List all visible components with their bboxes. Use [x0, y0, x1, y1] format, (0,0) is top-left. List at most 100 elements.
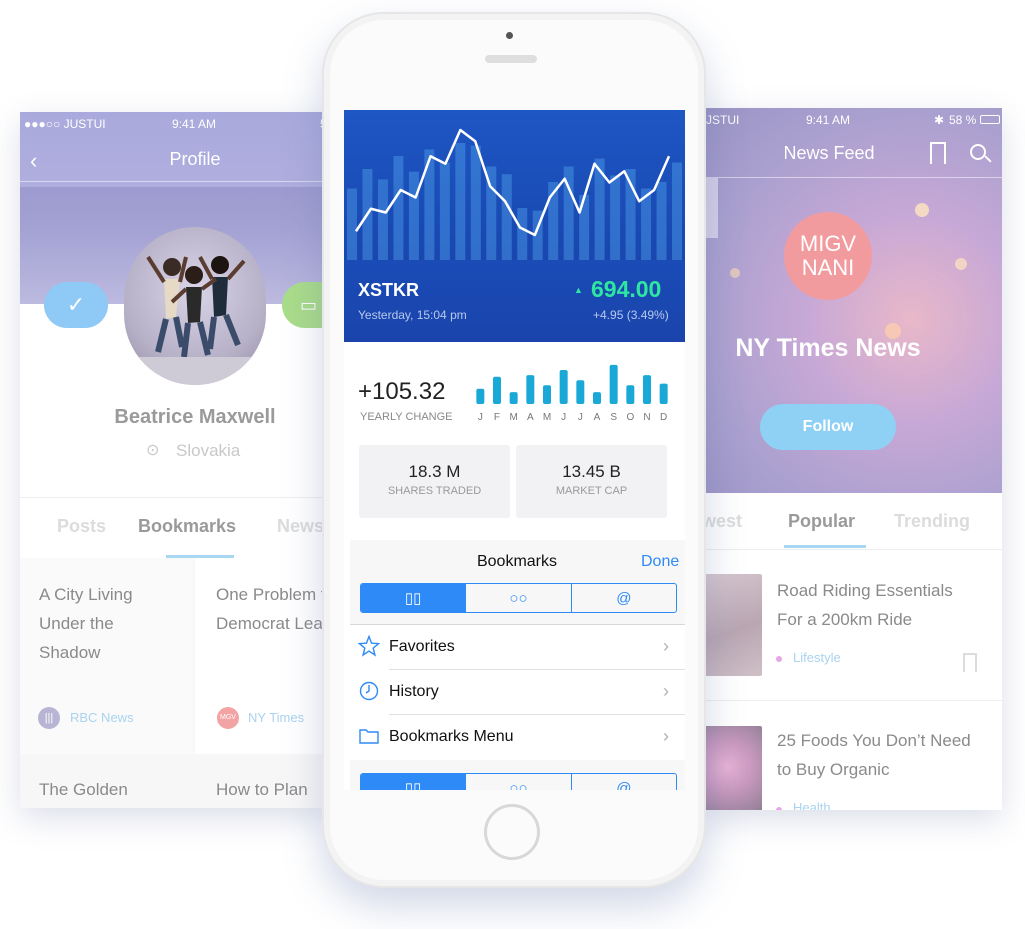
- list-item[interactable]: 25 Foods You Don’t Need to Buy Organic H…: [700, 708, 1002, 810]
- carrier: ●●●○○ JUSTUI: [24, 117, 106, 131]
- front-camera: [506, 32, 513, 39]
- month-tick-label: F: [493, 412, 501, 423]
- price: 694.00: [591, 276, 662, 302]
- tab-trending[interactable]: Trending: [894, 511, 970, 532]
- month-tick-label: A: [526, 412, 534, 423]
- glasses-icon[interactable]: ○○: [465, 584, 570, 612]
- bookmark-row-label: Favorites: [389, 638, 455, 655]
- monthly-bar-chart: [476, 364, 668, 404]
- article-category[interactable]: Health: [793, 800, 831, 810]
- profile-screen: ●●●○○ JUSTUI 9:41 AM 5 ‹ Profile ✓ ▭ Bea…: [20, 112, 330, 808]
- shares-traded-value: 18.3 M: [408, 462, 461, 481]
- divider: [20, 181, 330, 182]
- tab-popular[interactable]: Popular: [788, 511, 855, 532]
- list-item[interactable]: Road Riding Essentials For a 200km Ride …: [700, 558, 1002, 698]
- home-button[interactable]: [484, 804, 540, 860]
- follow-check-button[interactable]: ✓: [44, 282, 108, 328]
- bookmark-row-bookmarks-menu[interactable]: Bookmarks Menu ›: [344, 715, 685, 760]
- timestamp: Yesterday, 15:04 pm: [358, 308, 467, 322]
- news-feed-screen: JSTUI 9:41 AM ✱ 58 % News Feed MIGV NANI…: [700, 108, 1002, 810]
- month-bar: [493, 376, 501, 404]
- month-tick-label: S: [610, 412, 617, 423]
- background-bar: [501, 174, 512, 260]
- tab-bookmarks[interactable]: Bookmarks: [138, 516, 236, 537]
- background-bar: [517, 208, 528, 260]
- bokeh-light: [915, 203, 929, 217]
- month-bar: [476, 388, 485, 404]
- yearly-change-label: YEARLY CHANGE: [360, 411, 453, 423]
- status-bar: JSTUI 9:41 AM ✱ 58 %: [700, 108, 1002, 130]
- carrier: JSTUI: [706, 113, 740, 127]
- bookmark-row-history[interactable]: History ›: [344, 670, 685, 715]
- tab-bar: west Popular Trending: [700, 493, 1002, 548]
- tab-news[interactable]: News: [277, 516, 324, 537]
- book-icon[interactable]: ▯▯: [361, 584, 466, 612]
- channel-logo: MIGV NANI: [784, 212, 872, 300]
- card-title: A City Living Under the Shadow: [39, 585, 133, 662]
- battery-icon: [980, 115, 1000, 124]
- tab-posts[interactable]: Posts: [57, 516, 106, 537]
- shares-traded-box: 18.3 M SHARES TRADED: [359, 445, 510, 518]
- background-bar: [393, 156, 404, 260]
- tab-newest[interactable]: west: [702, 511, 742, 532]
- page-title-text: News Feed: [783, 143, 875, 163]
- profile-name: Beatrice Maxwell: [114, 406, 276, 428]
- card-title[interactable]: The Golden: [39, 780, 128, 800]
- follow-button[interactable]: Follow: [760, 404, 896, 450]
- article-title: Road Riding Essentials For a 200km Ride: [777, 581, 953, 629]
- month-bar: [526, 375, 535, 404]
- divider: [20, 497, 330, 498]
- price-change: +4.95 (3.49%): [593, 308, 669, 322]
- background-bar: [672, 162, 682, 260]
- book-icon[interactable]: ▯▯: [361, 774, 466, 790]
- bookmark-icon[interactable]: [963, 653, 977, 672]
- divider: [700, 549, 1002, 550]
- card-source[interactable]: NY Times: [248, 710, 304, 725]
- divider: [700, 700, 1002, 701]
- glasses-icon[interactable]: ○○: [465, 774, 570, 790]
- stock-screen: XSTKR Yesterday, 15:04 pm ▲ 694.00 +4.95…: [344, 110, 685, 790]
- month-axis: JFMAMJJASOND: [472, 412, 672, 426]
- bookmark-icon[interactable]: [930, 142, 946, 164]
- article-category[interactable]: Lifestyle: [793, 650, 841, 665]
- month-tick-label: M: [509, 412, 518, 423]
- month-bar: [559, 370, 568, 404]
- background-bar: [347, 188, 357, 260]
- folder-icon: [359, 729, 379, 744]
- status-bar: ●●●○○ JUSTUI 9:41 AM 5: [20, 112, 330, 134]
- map-pin-icon: ⊙: [146, 442, 160, 459]
- list-item[interactable]: A City Living Under the Shadow ||| RBC N…: [20, 558, 193, 754]
- card-source[interactable]: RBC News: [70, 710, 134, 725]
- stock-chart-panel: XSTKR Yesterday, 15:04 pm ▲ 694.00 +4.95…: [344, 110, 685, 342]
- month-tick-label: O: [626, 412, 635, 423]
- background-bar: [455, 143, 466, 260]
- battery: 58 %: [949, 113, 977, 127]
- bookmark-row-favorites[interactable]: Favorites ›: [344, 625, 685, 670]
- month-bar: [509, 392, 518, 404]
- month-tick-label: M: [542, 412, 552, 423]
- bookmarks-segmented-control-bottom: ▯▯ ○○ @: [360, 773, 677, 790]
- at-icon[interactable]: @: [570, 774, 676, 790]
- rbc-logo-icon: |||: [38, 707, 60, 729]
- search-icon[interactable]: [970, 144, 986, 160]
- month-bar: [543, 385, 551, 404]
- bookmarks-segmented-control: ▯▯ ○○ @: [360, 583, 677, 613]
- chevron-right-icon: ›: [663, 636, 669, 656]
- market-cap-value: 13.45 B: [562, 462, 621, 481]
- month-tick-label: D: [660, 412, 668, 423]
- at-icon[interactable]: @: [570, 584, 676, 612]
- done-button[interactable]: Done: [641, 553, 679, 571]
- channel-name: NY Times News: [735, 334, 921, 362]
- nytimes-logo-icon: MGV: [217, 707, 239, 729]
- list-item[interactable]: One Problem for Democrat Leaders MGV NY …: [195, 558, 330, 754]
- card-title[interactable]: How to Plan: [216, 780, 308, 800]
- chevron-right-icon: ›: [663, 681, 669, 701]
- category-dot: [776, 656, 782, 662]
- month-bar: [576, 380, 585, 404]
- flowers-thumbnail: [704, 726, 762, 810]
- star-icon: [358, 635, 380, 657]
- month-tick-label: J: [577, 412, 583, 423]
- chevron-right-icon: ›: [663, 726, 669, 746]
- month-tick-label: A: [593, 412, 601, 423]
- background-bar: [408, 171, 419, 260]
